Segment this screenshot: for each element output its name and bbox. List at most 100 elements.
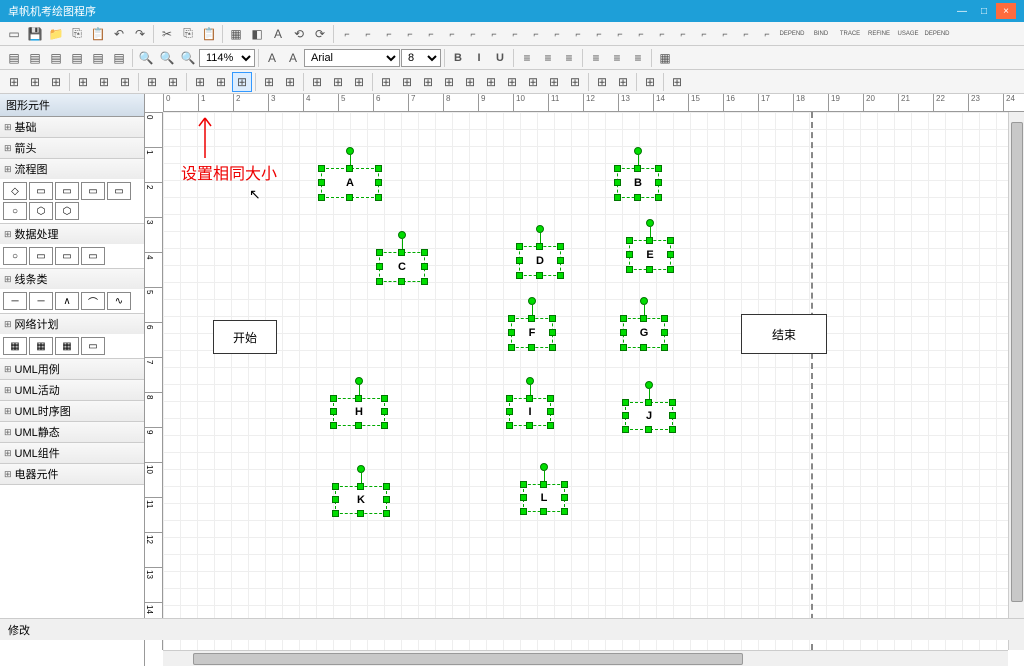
shape-arc[interactable]: ⌒: [81, 292, 105, 310]
shape-line2[interactable]: ─: [29, 292, 53, 310]
category-8[interactable]: UML时序图: [0, 401, 144, 421]
drawing-canvas[interactable]: 设置相同大小 ↖ 开始结束ABCDEFGHIJKL: [163, 112, 1008, 650]
minimize-button[interactable]: —: [952, 3, 972, 19]
shape-grid3[interactable]: ▦: [55, 337, 79, 355]
category-5[interactable]: 网络计划: [0, 314, 144, 334]
connector-step-vert2-button[interactable]: ⌐: [400, 24, 420, 44]
category-6[interactable]: UML用例: [0, 359, 144, 379]
rotate-right-button[interactable]: ⟳: [310, 24, 330, 44]
align-left-button[interactable]: ▤: [4, 48, 24, 68]
align-middle-button[interactable]: ▤: [88, 48, 108, 68]
category-0[interactable]: 基础: [0, 117, 144, 137]
fill-button[interactable]: ◧: [247, 24, 267, 44]
copy-button[interactable]: ⎘: [67, 24, 87, 44]
shape-line[interactable]: ─: [3, 292, 27, 310]
shape-diamond[interactable]: ◇: [3, 182, 27, 200]
align-bottom-edge-button[interactable]: ⊞: [115, 72, 135, 92]
node-D[interactable]: D: [519, 246, 561, 276]
arr-open-button[interactable]: ⊞: [544, 72, 564, 92]
same-width-button[interactable]: ⊞: [190, 72, 210, 92]
bold-box-button[interactable]: ▦: [226, 24, 246, 44]
font-bg-button[interactable]: A: [283, 48, 303, 68]
align-r-button[interactable]: ≡: [559, 48, 579, 68]
shape-rect2[interactable]: ▭: [107, 182, 131, 200]
grid-toggle-button[interactable]: ⊞: [640, 72, 660, 92]
align-l-button[interactable]: ≡: [517, 48, 537, 68]
scrollbar-horizontal[interactable]: [163, 650, 1008, 666]
category-7[interactable]: UML活动: [0, 380, 144, 400]
connector-msg1-button[interactable]: ⌐: [568, 24, 588, 44]
spacing-v-button[interactable]: ⊞: [280, 72, 300, 92]
connector-zigzag-button[interactable]: ⌐: [715, 24, 735, 44]
copy2-button[interactable]: ⎘: [178, 24, 198, 44]
connector-line-stepped-button[interactable]: ⌐: [337, 24, 357, 44]
connector-wave-button[interactable]: ⌐: [421, 24, 441, 44]
align-center-v-button[interactable]: ⊞: [94, 72, 114, 92]
maximize-button[interactable]: □: [974, 3, 994, 19]
arr-left-button[interactable]: ⊞: [376, 72, 396, 92]
zoom-in-button[interactable]: 🔍: [136, 48, 156, 68]
dist-h-button[interactable]: ⊞: [142, 72, 162, 92]
arr-solid-d-button[interactable]: ⊞: [523, 72, 543, 92]
same-height-button[interactable]: ⊞: [211, 72, 231, 92]
label-REFINE-button[interactable]: REFINE: [865, 24, 893, 44]
zoom-out-button[interactable]: 🔍: [157, 48, 177, 68]
arr-solid-r-button[interactable]: ⊞: [481, 72, 501, 92]
scrollbar-vertical[interactable]: [1008, 112, 1024, 650]
shape-grid2[interactable]: ▦: [29, 337, 53, 355]
zoom-actual-button[interactable]: 🔍: [178, 48, 198, 68]
more2-button[interactable]: ⊞: [328, 72, 348, 92]
node-K[interactable]: K: [335, 486, 387, 514]
node-G[interactable]: G: [623, 318, 665, 348]
align-bottom-button[interactable]: ▤: [109, 48, 129, 68]
align-left-edge-button[interactable]: ⊞: [4, 72, 24, 92]
more1-button[interactable]: ⊞: [307, 72, 327, 92]
shape-oval[interactable]: ○: [3, 202, 27, 220]
shape-round-rect[interactable]: ▭: [55, 182, 79, 200]
category-4[interactable]: 线条类: [0, 269, 144, 289]
node-L[interactable]: L: [523, 484, 565, 512]
shape-rect-open[interactable]: ▭: [55, 247, 79, 265]
shape-wave[interactable]: ∿: [107, 292, 131, 310]
category-9[interactable]: UML静态: [0, 422, 144, 442]
category-1[interactable]: 箭头: [0, 138, 144, 158]
arr-close-button[interactable]: ⊞: [565, 72, 585, 92]
node-E[interactable]: E: [629, 240, 671, 270]
label-TRACE-button[interactable]: TRACE: [836, 24, 864, 44]
category-10[interactable]: UML组件: [0, 443, 144, 463]
font-color-button[interactable]: A: [262, 48, 282, 68]
paste2-button[interactable]: 📋: [199, 24, 219, 44]
paste-button[interactable]: 📋: [88, 24, 108, 44]
shape-grid1[interactable]: ▦: [3, 337, 27, 355]
shape-parallelogram[interactable]: ▭: [81, 182, 105, 200]
connector-step-vert-button[interactable]: ⌐: [379, 24, 399, 44]
connector-msg2-button[interactable]: ⌐: [589, 24, 609, 44]
node-开始[interactable]: 开始: [213, 320, 277, 354]
rotate-left-button[interactable]: ⟲: [289, 24, 309, 44]
same-size-highlight-button[interactable]: ⊞: [232, 72, 252, 92]
align-center-h-button[interactable]: ⊞: [25, 72, 45, 92]
node-B[interactable]: B: [617, 168, 659, 198]
close-button[interactable]: ×: [996, 3, 1016, 19]
style-U-button[interactable]: U: [490, 48, 510, 68]
more3-button[interactable]: ⊞: [349, 72, 369, 92]
valign-t-button[interactable]: ≡: [586, 48, 606, 68]
text-button[interactable]: A: [268, 24, 288, 44]
connector-arrow-right2-button[interactable]: ⌐: [547, 24, 567, 44]
category-2[interactable]: 流程图: [0, 159, 144, 179]
connector-curve-button[interactable]: ⌐: [463, 24, 483, 44]
line-solid-button[interactable]: ⊞: [592, 72, 612, 92]
spacing-h-button[interactable]: ⊞: [259, 72, 279, 92]
line-dash-button[interactable]: ⊞: [613, 72, 633, 92]
font-size-select[interactable]: 8: [401, 49, 441, 67]
arr-solid-l-button[interactable]: ⊞: [460, 72, 480, 92]
grid-button[interactable]: ▦: [655, 48, 675, 68]
shape-zigzag[interactable]: ∧: [55, 292, 79, 310]
align-right-button[interactable]: ▤: [46, 48, 66, 68]
node-I[interactable]: I: [509, 398, 551, 426]
connector-arrow-bidir-button[interactable]: ⌐: [505, 24, 525, 44]
align-top-edge-button[interactable]: ⊞: [73, 72, 93, 92]
node-A[interactable]: A: [321, 168, 379, 198]
align-center-button[interactable]: ▤: [25, 48, 45, 68]
shape-rect[interactable]: ▭: [29, 247, 53, 265]
